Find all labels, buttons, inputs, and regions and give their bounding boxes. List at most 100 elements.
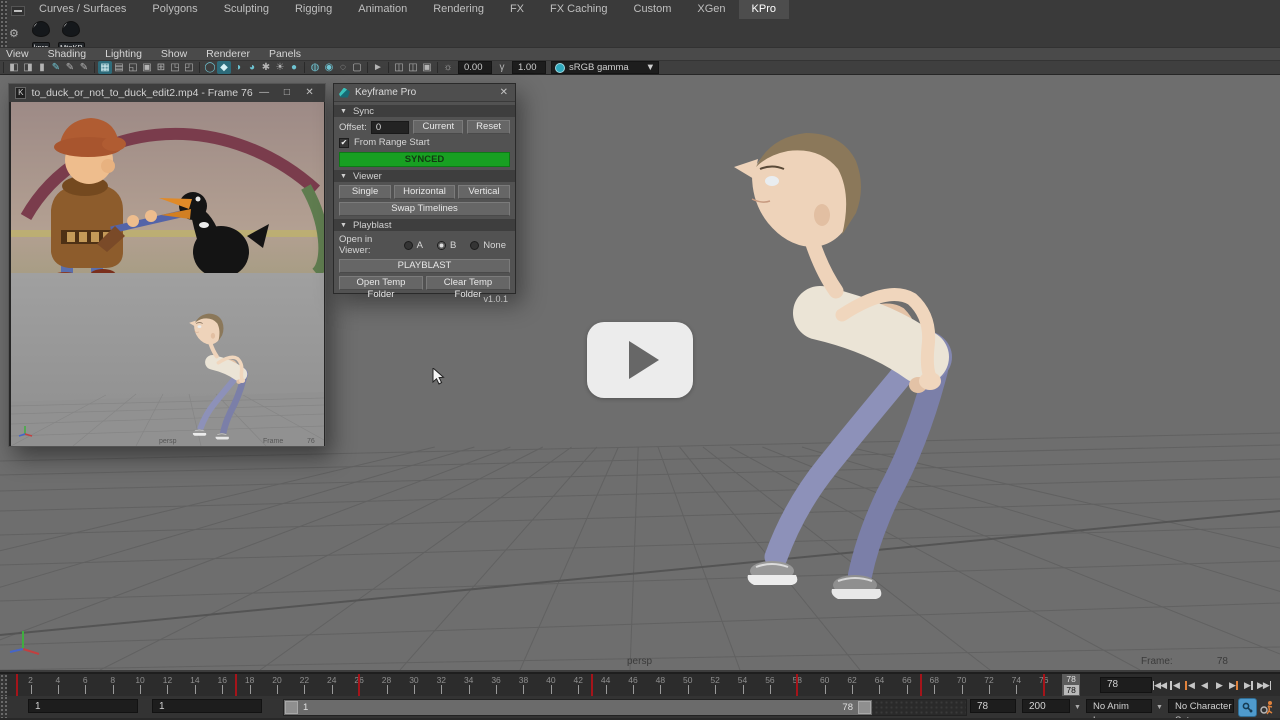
gamma-field[interactable]: 1.00 [512, 61, 546, 74]
use-default-material-icon[interactable]: ✱ [259, 61, 273, 74]
time-slider[interactable]: 2468101214161820222426283032343638404244… [10, 674, 1078, 697]
go-to-range-end-button[interactable]: ▶▶ [1257, 677, 1271, 693]
shelf-menu-gear-icon[interactable]: ⚙ [9, 27, 19, 40]
step-back-key-button[interactable]: ◀ [1182, 677, 1196, 693]
shelf-tab-fx-caching[interactable]: FX Caching [537, 0, 620, 19]
shelf-tab-rendering[interactable]: Rendering [420, 0, 497, 19]
menu-lighting[interactable]: Lighting [105, 48, 142, 61]
field-chart-icon[interactable]: ⊞ [154, 61, 168, 74]
range-start-handle[interactable] [285, 701, 298, 714]
plane-display-icon[interactable]: ▢ [350, 61, 364, 74]
character-3d[interactable] [734, 133, 952, 599]
shadows-icon[interactable]: ● [287, 61, 301, 74]
resolution-gate-icon[interactable]: ◱ [126, 61, 140, 74]
shelf-tab-rigging[interactable]: Rigging [282, 0, 345, 19]
open-in-viewer-radio-none[interactable] [470, 241, 479, 250]
current-frame-indicator[interactable]: 7878 [1062, 674, 1080, 696]
paste-view-icon[interactable]: ◫ [406, 61, 420, 74]
textured-icon[interactable]: ◕ [245, 61, 259, 74]
playback-end-field[interactable]: 78 [970, 699, 1016, 713]
shelf-tab-animation[interactable]: Animation [345, 0, 420, 19]
select-camera-icon[interactable]: ◧ [7, 61, 21, 74]
range-slider-track[interactable]: 1 78 [283, 699, 967, 716]
lock-camera-icon[interactable]: ◨ [21, 61, 35, 74]
lights-icon[interactable]: ☀ [273, 61, 287, 74]
anim-layer-select[interactable]: No Anim Layer [1086, 699, 1152, 713]
play-forwards-button[interactable]: ▶ [1212, 677, 1226, 693]
swap-timelines-button[interactable]: Swap Timelines [339, 202, 510, 216]
range-slider-grip-handle[interactable] [0, 696, 7, 718]
offset-input[interactable]: 0 [371, 121, 410, 134]
select-highlight-icon[interactable]: ► [371, 61, 385, 74]
menu-view[interactable]: View [6, 48, 29, 61]
animation-start-field[interactable]: 1 [28, 699, 138, 713]
exposure-field[interactable]: 0.00 [458, 61, 492, 74]
xray-icon[interactable]: ◍ [308, 61, 322, 74]
playback-range-bar[interactable]: 1 78 [284, 700, 872, 715]
gate-mask-icon[interactable]: ▣ [140, 61, 154, 74]
playblast-section-header[interactable]: ▼ Playblast [334, 219, 515, 231]
video-window-content[interactable]: persp Frame 76 [11, 102, 324, 446]
isolate-select-icon[interactable]: ◌ [336, 61, 350, 74]
exposure-icon[interactable]: ☼ [441, 61, 455, 74]
synced-status-button[interactable]: SYNCED [339, 152, 510, 167]
chevron-down-icon[interactable]: ▼ [1156, 704, 1163, 711]
time-slider-grip-handle[interactable] [0, 674, 7, 696]
viewer-single-button[interactable]: Single [339, 185, 391, 199]
animation-preferences-button[interactable] [1259, 699, 1275, 715]
keyframe-pro-close-button[interactable]: ✕ [498, 87, 510, 98]
current-button[interactable]: Current [413, 120, 463, 134]
bookmark-icon[interactable]: ▮ [35, 61, 49, 74]
shelf-tab-custom[interactable]: Custom [621, 0, 685, 19]
grease-pencil-add-icon[interactable]: ✎ [49, 61, 63, 74]
step-back-frame-button[interactable]: ◀ [1167, 677, 1181, 693]
sync-section-header[interactable]: ▼ Sync [334, 105, 515, 117]
step-forward-key-button[interactable]: ▶ [1227, 677, 1241, 693]
safe-action-icon[interactable]: ◳ [168, 61, 182, 74]
clear-temp-folder-button[interactable]: Clear Temp Folder [426, 276, 510, 290]
view-transform-select[interactable]: sRGB gamma ▼ [551, 61, 659, 74]
close-button[interactable]: ✕ [298, 84, 321, 102]
current-time-field[interactable]: 78 [1100, 677, 1152, 693]
menu-renderer[interactable]: Renderer [206, 48, 250, 61]
copy-view-icon[interactable]: ◫ [392, 61, 406, 74]
wireframe-icon[interactable]: ◯ [203, 61, 217, 74]
snapshot-icon[interactable]: ▣ [420, 61, 434, 74]
film-gate-icon[interactable]: ▤ [112, 61, 126, 74]
video-window-titlebar[interactable]: K to_duck_or_not_to_duck_edit2.mp4 - Fra… [9, 84, 325, 102]
menu-shading[interactable]: Shading [48, 48, 87, 61]
shelf-tab-polygons[interactable]: Polygons [139, 0, 210, 19]
keyframe-pro-titlebar[interactable]: Keyframe Pro ✕ [334, 84, 515, 102]
from-range-start-checkbox[interactable]: ✔ [339, 138, 349, 148]
safe-title-icon[interactable]: ◰ [182, 61, 196, 74]
reset-button[interactable]: Reset [467, 120, 510, 134]
xray-joints-icon[interactable]: ◉ [322, 61, 336, 74]
minimize-button[interactable]: — [253, 84, 276, 102]
animation-end-field[interactable]: 200 [1022, 699, 1070, 713]
open-temp-folder-button[interactable]: Open Temp Folder [339, 276, 423, 290]
grease-pencil-frames-icon[interactable]: ✎ [63, 61, 77, 74]
auto-keyframe-toggle[interactable] [1238, 698, 1257, 717]
viewer-section-header[interactable]: ▼ Viewer [334, 170, 515, 182]
gamma-icon[interactable]: γ [495, 61, 509, 74]
play-backwards-button[interactable]: ◀ [1197, 677, 1211, 693]
shelf-tab-sculpting[interactable]: Sculpting [211, 0, 282, 19]
viewer-vertical-button[interactable]: Vertical [458, 185, 510, 199]
shelf-grip-handle[interactable] [0, 0, 7, 47]
shelf-tab-curves-surfaces[interactable]: Curves / Surfaces [26, 0, 139, 19]
step-forward-frame-button[interactable]: ▶ [1242, 677, 1256, 693]
range-end-handle[interactable] [858, 701, 871, 714]
go-to-range-start-button[interactable]: ◀◀ [1152, 677, 1166, 693]
menu-panels[interactable]: Panels [269, 48, 301, 61]
menu-show[interactable]: Show [161, 48, 187, 61]
smooth-shade-icon[interactable]: ◆ [217, 61, 231, 74]
keyframe-pro-panel[interactable]: Keyframe Pro ✕ ▼ Sync Offset: 0 Current … [333, 83, 516, 294]
playblast-button[interactable]: PLAYBLAST [339, 259, 510, 273]
grid-icon[interactable]: ▦ [98, 61, 112, 74]
grease-pencil-edit-icon[interactable]: ✎ [77, 61, 91, 74]
video-play-overlay-button[interactable] [587, 322, 693, 398]
shelf-tab-kpro[interactable]: KPro [739, 0, 789, 19]
chevron-down-icon[interactable]: ▼ [1074, 704, 1081, 711]
shelf-collapse-button[interactable] [11, 6, 25, 16]
shelf-tab-fx[interactable]: FX [497, 0, 537, 19]
